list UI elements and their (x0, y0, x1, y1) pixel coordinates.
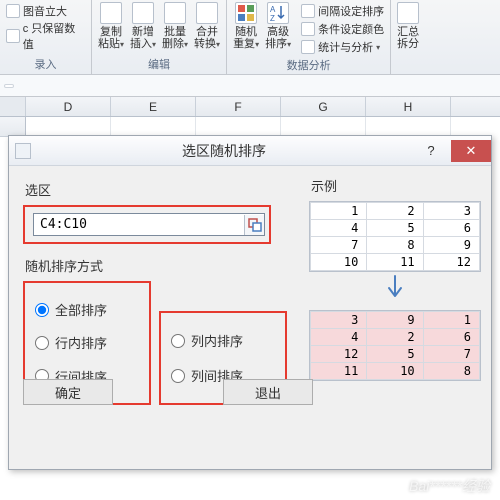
ok-button[interactable]: 确定 (23, 379, 113, 405)
example-label: 示例 (311, 176, 481, 195)
ribbon-copy-paste[interactable]: 复制粘贴▾ (98, 2, 124, 51)
range-picker-button[interactable] (244, 215, 264, 235)
ribbon-small-item[interactable]: c 只保留数值 (6, 20, 85, 52)
ribbon-small-item[interactable]: 条件设定颜色 (301, 21, 384, 37)
col-header[interactable]: D (26, 97, 111, 116)
col-header[interactable]: F (196, 97, 281, 116)
example-before: 123456789101112 (309, 201, 481, 272)
ribbon-small-item[interactable]: 间隔设定排序 (301, 3, 384, 19)
grid-rows[interactable] (0, 117, 500, 137)
select-all-corner[interactable] (0, 97, 26, 116)
ribbon-sort[interactable]: AZ高级排序▾ (265, 2, 291, 51)
dialog-title: 选区随机排序 (37, 141, 411, 161)
ribbon-random[interactable]: 随机重复▾ (233, 2, 259, 51)
ribbon-small-item[interactable]: 统计与分析▾ (301, 39, 384, 55)
radio-all-sort[interactable]: 全部排序 (35, 300, 139, 319)
example-after: 391426125711108 (309, 310, 481, 381)
radio-row-inner[interactable]: 行内排序 (35, 333, 139, 352)
ribbon-small-item[interactable]: 图音立大 (6, 3, 85, 19)
example-panel: 示例 123456789101112 391426125711108 (309, 172, 481, 381)
ribbon: 图音立大 c 只保留数值 录入 复制粘贴▾ 新增插入▾ 批量删除▾ 合并转换▾ … (0, 0, 500, 75)
range-picker-icon (248, 218, 262, 232)
ribbon-group-name: 数据分析 (287, 56, 331, 75)
help-button[interactable]: ? (411, 140, 451, 162)
watermark: Bai******经验 (409, 476, 490, 496)
arrow-down-icon (309, 272, 481, 306)
col-header[interactable]: H (366, 97, 451, 116)
column-headers: D E F G H (0, 97, 500, 117)
ribbon-summary[interactable]: 汇总拆分 (397, 2, 419, 50)
range-input[interactable] (34, 214, 244, 235)
selection-box (23, 205, 271, 244)
ribbon-group-name: 编辑 (148, 55, 170, 74)
ribbon-group-name: 录入 (35, 55, 57, 74)
ribbon-merge[interactable]: 合并转换▾ (194, 2, 220, 51)
radio-col-inner[interactable]: 列内排序 (171, 331, 275, 350)
ribbon-delete[interactable]: 批量删除▾ (162, 2, 188, 51)
dialog-titlebar[interactable]: 选区随机排序 ? ✕ (9, 136, 491, 166)
random-sort-dialog: 选区随机排序 ? ✕ 选区 随机排序方式 全部排序 行内排序 行间排序 (8, 135, 492, 470)
dialog-icon (15, 143, 31, 159)
spreadsheet: D E F G H (0, 97, 500, 137)
ribbon-insert[interactable]: 新增插入▾ (130, 2, 156, 51)
formula-bar[interactable] (0, 75, 500, 97)
svg-text:A: A (270, 5, 276, 14)
cancel-button[interactable]: 退出 (223, 379, 313, 405)
close-button[interactable]: ✕ (451, 140, 491, 162)
col-header[interactable]: G (281, 97, 366, 116)
svg-text:Z: Z (270, 14, 275, 22)
col-header[interactable]: E (111, 97, 196, 116)
